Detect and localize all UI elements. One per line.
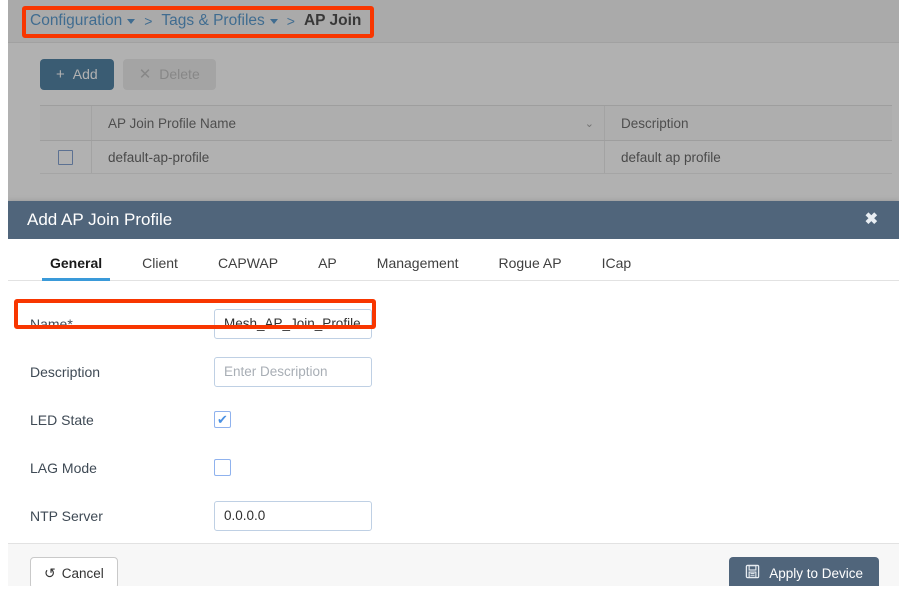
save-disk-icon xyxy=(745,564,760,582)
led-state-checkbox[interactable]: ✔ xyxy=(214,411,231,428)
cell-profile-name: default-ap-profile xyxy=(92,141,605,173)
chevron-down-icon xyxy=(269,18,278,24)
chevron-down-icon xyxy=(127,18,136,24)
cell-value: default-ap-profile xyxy=(108,149,210,165)
breadcrumb-item-configuration[interactable]: Configuration xyxy=(30,12,136,30)
undo-icon: ↺ xyxy=(44,564,56,581)
plus-icon: + xyxy=(56,65,65,83)
field-row-description: Description xyxy=(30,351,899,392)
led-state-label: LED State xyxy=(30,411,94,428)
background-page: Configuration > Tags & Profiles > AP Joi… xyxy=(8,0,899,210)
column-header-label: AP Join Profile Name xyxy=(108,115,237,131)
cancel-button-label: Cancel xyxy=(61,565,104,581)
cancel-button[interactable]: ↺ Cancel xyxy=(30,557,118,589)
breadcrumb-item-tags-profiles[interactable]: Tags & Profiles xyxy=(161,12,278,30)
name-label: Name* xyxy=(30,315,73,332)
breadcrumb: Configuration > Tags & Profiles > AP Joi… xyxy=(8,0,899,43)
add-button[interactable]: + Add xyxy=(40,58,114,90)
dialog-header: Add AP Join Profile ✖ xyxy=(8,201,899,239)
delete-button-label: Delete xyxy=(159,66,200,82)
dialog-tabs: General Client CAPWAP AP Management Rogu… xyxy=(8,239,899,281)
ntp-server-input[interactable] xyxy=(214,500,372,531)
left-margin xyxy=(0,0,8,593)
dialog-title: Add AP Join Profile xyxy=(27,210,173,229)
breadcrumb-label: Configuration xyxy=(30,12,123,29)
breadcrumb-item-ap-join: AP Join xyxy=(303,12,362,29)
lag-mode-checkbox[interactable] xyxy=(214,459,231,476)
breadcrumb-separator: > xyxy=(286,13,295,29)
apply-button-label: Apply to Device xyxy=(769,565,863,581)
app-root: Configuration > Tags & Profiles > AP Joi… xyxy=(0,0,907,593)
tab-rogue-ap[interactable]: Rogue AP xyxy=(479,255,582,280)
row-select-cell xyxy=(40,141,92,173)
delete-button[interactable]: ✕ Delete xyxy=(122,58,216,90)
column-header-profile-name[interactable]: AP Join Profile Name ⌄ xyxy=(92,106,605,140)
close-icon[interactable]: ✖ xyxy=(861,210,882,230)
ntp-server-label: NTP Server xyxy=(30,507,103,524)
tab-general[interactable]: General xyxy=(30,255,122,281)
dialog-body: General Client CAPWAP AP Management Rogu… xyxy=(8,239,899,543)
cell-description: default ap profile xyxy=(605,141,892,173)
description-label: Description xyxy=(30,363,101,380)
table-row[interactable]: default-ap-profile default ap profile xyxy=(40,141,892,174)
bottom-margin xyxy=(0,586,907,593)
breadcrumb-label: Tags & Profiles xyxy=(161,12,265,29)
right-margin xyxy=(899,0,907,593)
field-row-lag-mode: LAG Mode xyxy=(30,447,899,488)
column-header-label: Description xyxy=(621,115,689,131)
tab-client[interactable]: Client xyxy=(122,255,198,280)
table-header-row: AP Join Profile Name ⌄ Description xyxy=(40,105,892,141)
apply-to-device-button[interactable]: Apply to Device xyxy=(729,556,879,590)
column-header-description[interactable]: Description xyxy=(605,106,892,140)
ap-join-profile-table: AP Join Profile Name ⌄ Description defau… xyxy=(40,105,892,174)
field-row-name: Name* xyxy=(30,303,899,344)
check-icon: ✔ xyxy=(217,412,228,427)
chevron-down-icon[interactable]: ⌄ xyxy=(585,117,594,130)
add-button-label: Add xyxy=(72,66,98,82)
description-input[interactable] xyxy=(214,356,372,387)
close-x-icon: ✕ xyxy=(138,65,152,83)
general-tab-form: Name* Description LED State ✔ LAG Mode xyxy=(8,281,899,536)
lag-mode-label: LAG Mode xyxy=(30,459,97,476)
cell-value: default ap profile xyxy=(621,149,721,165)
breadcrumb-separator: > xyxy=(144,13,153,29)
tab-management[interactable]: Management xyxy=(357,255,479,280)
add-ap-join-profile-dialog: Add AP Join Profile ✖ General Client CAP… xyxy=(8,201,899,593)
row-checkbox[interactable] xyxy=(58,149,73,165)
grid-toolbar: + Add ✕ Delete xyxy=(8,43,899,105)
name-input[interactable] xyxy=(214,308,372,339)
tab-capwap[interactable]: CAPWAP xyxy=(198,255,298,280)
field-row-ntp-server: NTP Server xyxy=(30,495,899,536)
select-all-cell xyxy=(40,106,92,140)
field-row-led-state: LED State ✔ xyxy=(30,399,899,440)
tab-ap[interactable]: AP xyxy=(298,255,357,280)
tab-icap[interactable]: ICap xyxy=(582,255,652,280)
